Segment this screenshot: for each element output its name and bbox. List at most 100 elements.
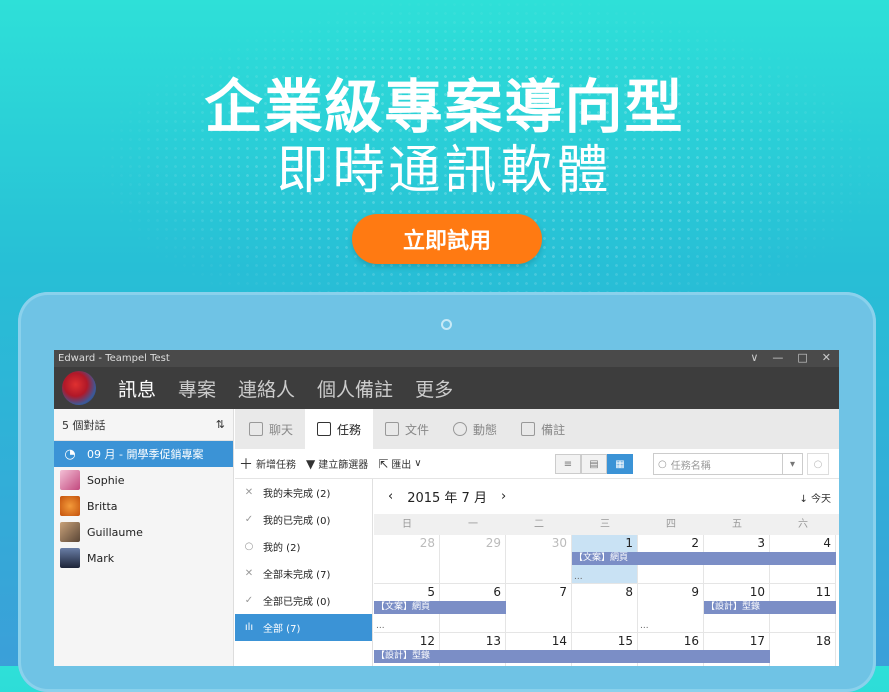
tab-notes[interactable]: 備註	[509, 409, 577, 449]
calendar-day[interactable]: 28	[374, 535, 440, 584]
day-number: 28	[419, 536, 435, 550]
tab-label: 任務	[337, 422, 362, 437]
prev-month-icon[interactable]: ‹	[388, 489, 393, 504]
task-event-bar[interactable]: 【設計】型錄	[704, 601, 836, 614]
nav-projects[interactable]: 專案	[178, 375, 216, 402]
day-number: 5	[427, 585, 435, 599]
board-view-icon[interactable]: ▤	[581, 454, 607, 474]
contact-avatar	[60, 522, 80, 542]
tab-label: 文件	[405, 422, 430, 437]
note-icon	[521, 422, 536, 436]
day-number: 8	[625, 585, 633, 599]
chat-icon	[249, 422, 263, 436]
filter-list: ✕ 我的未完成 (2) ✓ 我的已完成 (0) ○ 我的 (2) ✕ 全部未完成 (7)…	[235, 479, 373, 666]
more-indicator[interactable]: ...	[574, 572, 583, 582]
filter-item[interactable]: ılı 全部 (7)	[235, 614, 372, 641]
check-icon: ✓	[244, 595, 254, 606]
more-indicator[interactable]: ...	[640, 621, 649, 631]
app-window: Edward - Teampel Test ∨ — □ ✕ 訊息 專案 連絡人 …	[54, 350, 839, 666]
task-event-bar[interactable]: 【文案】網頁	[374, 601, 506, 614]
nav-notes[interactable]: 個人備註	[317, 375, 393, 402]
conversation-count: 5 個對話	[62, 418, 106, 432]
calendar-day[interactable]: 8	[572, 584, 638, 633]
chevron-down-icon[interactable]: ▾	[782, 454, 802, 474]
file-icon	[385, 422, 400, 436]
calendar-day[interactable]: 30	[506, 535, 572, 584]
tab-files[interactable]: 文件	[373, 409, 441, 449]
day-number: 4	[823, 536, 831, 550]
task-icon	[317, 422, 332, 436]
day-number: 29	[485, 536, 501, 550]
contact-avatar	[60, 548, 80, 568]
chat-bubble-icon: ◔	[64, 446, 76, 462]
day-number: 9	[691, 585, 699, 599]
task-toolbar: ＋新增任務 ▼ 建立篩選器 ⇱ 匯出 ∨ ≡ ▤ ▦ ○ 任務名稱 ▾ ○	[235, 449, 839, 479]
list-view-icon[interactable]: ≡	[555, 454, 581, 474]
maximize-icon[interactable]: □	[797, 351, 807, 364]
weekday-label: 五	[732, 519, 742, 530]
day-number: 17	[749, 634, 765, 648]
try-now-button[interactable]: 立即試用	[352, 214, 542, 264]
weekday-label: 四	[666, 519, 676, 530]
nav-more[interactable]: 更多	[415, 375, 453, 402]
avatar[interactable]	[62, 371, 96, 405]
tab-chat[interactable]: 聊天	[237, 409, 305, 449]
day-number: 16	[683, 634, 699, 648]
weekday-header: 日一二三四五六	[374, 514, 839, 535]
day-number: 13	[485, 634, 501, 648]
today-button[interactable]: ↓ 今天	[799, 490, 831, 505]
check-person-icon: ✓	[244, 514, 254, 525]
plus-icon: ＋	[239, 456, 253, 473]
day-number: 30	[551, 536, 567, 550]
chart-icon: ılı	[244, 622, 254, 633]
window-title: Edward - Teampel Test	[58, 353, 170, 364]
calendar-view-icon[interactable]: ▦	[607, 454, 633, 474]
tab-tasks[interactable]: 任務	[305, 409, 374, 449]
weekday-label: 三	[600, 519, 610, 530]
nav-contacts[interactable]: 連絡人	[238, 375, 295, 402]
filter-item[interactable]: ○ 我的 (2)	[235, 533, 372, 560]
create-filter-button[interactable]: ▼ 建立篩選器	[306, 456, 368, 472]
tab-label: 動態	[473, 422, 498, 437]
conversation-sidebar: 5 個對話 ⇅ ◔ 09 月 - 開學季促銷專案 Sophie Britta G…	[54, 409, 234, 666]
search-button[interactable]: ○	[807, 453, 829, 475]
export-button[interactable]: ⇱ 匯出 ∨	[378, 456, 421, 472]
filter-item[interactable]: ✕ 全部未完成 (7)	[235, 560, 372, 587]
filter-item[interactable]: ✓ 全部已完成 (0)	[235, 587, 372, 614]
filter-item[interactable]: ✓ 我的已完成 (0)	[235, 506, 372, 533]
task-search-input[interactable]: ○ 任務名稱 ▾	[653, 453, 803, 475]
tab-bar: 聊天 任務 文件 動態 備註	[235, 409, 839, 449]
calendar-day[interactable]: 7	[506, 584, 572, 633]
task-event-bar[interactable]: 【文案】網頁	[572, 552, 836, 565]
conversation-item[interactable]: Guillaume	[54, 519, 233, 545]
conversation-item[interactable]: ◔ 09 月 - 開學季促銷專案	[54, 441, 233, 467]
collapse-icon[interactable]: ∨	[750, 351, 758, 364]
x-icon: ✕	[244, 568, 254, 579]
conversation-item[interactable]: Britta	[54, 493, 233, 519]
camera-icon	[441, 319, 452, 330]
view-switcher: ≡ ▤ ▦	[555, 454, 633, 474]
conversation-item[interactable]: Sophie	[54, 467, 233, 493]
tab-activity[interactable]: 動態	[441, 409, 509, 449]
minimize-icon[interactable]: —	[772, 351, 783, 364]
calendar-day[interactable]: 18	[770, 633, 836, 666]
add-task-button[interactable]: ＋新增任務	[239, 454, 296, 474]
calendar-day[interactable]: 29	[440, 535, 506, 584]
tab-label: 備註	[541, 422, 566, 437]
next-month-icon[interactable]: ›	[501, 489, 506, 504]
filter-item[interactable]: ✕ 我的未完成 (2)	[235, 479, 372, 506]
task-event-bar[interactable]: 【設計】型錄	[374, 650, 770, 663]
title-bar: Edward - Teampel Test ∨ — □ ✕	[54, 350, 839, 367]
day-number: 10	[749, 585, 765, 599]
close-icon[interactable]: ✕	[822, 351, 831, 364]
nav-messages[interactable]: 訊息	[118, 375, 156, 402]
conversation-item[interactable]: Mark	[54, 545, 233, 571]
person-icon: ○	[244, 541, 254, 552]
subheadline: 即時通訊軟體	[276, 141, 613, 201]
export-icon: ⇱	[378, 456, 389, 471]
calendar-day[interactable]: 9...	[638, 584, 704, 633]
sort-icon[interactable]: ⇅	[216, 418, 225, 431]
day-number: 18	[815, 634, 831, 648]
filter-icon: ▼	[306, 456, 316, 471]
more-indicator[interactable]: ...	[376, 621, 385, 631]
